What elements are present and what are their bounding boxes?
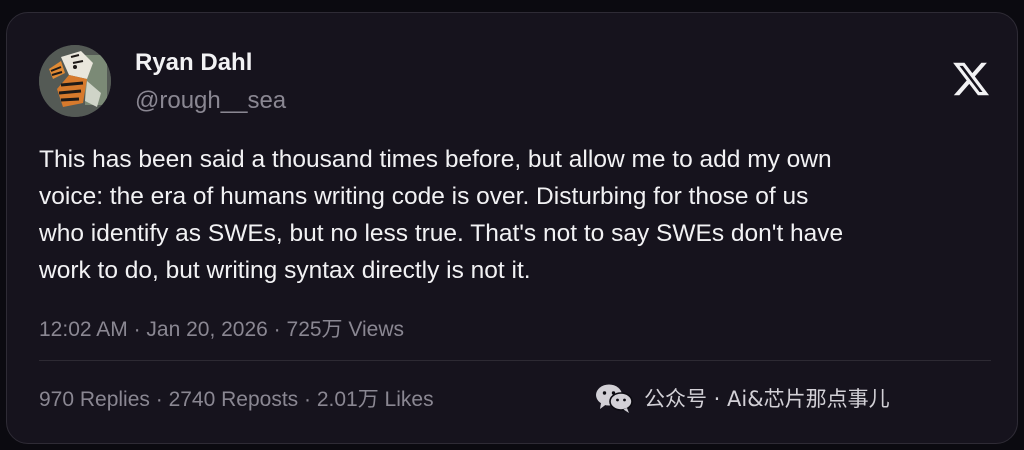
wechat-watermark: 公众号 · Ai&芯片那点事儿	[594, 380, 890, 416]
tweet-text-line: work to do, but writing syntax directly …	[39, 257, 531, 284]
x-logo-icon[interactable]	[951, 59, 991, 99]
tweet-meta: 12:02 AM · Jan 20, 2026 · 725万 Views	[39, 313, 404, 343]
divider	[39, 360, 991, 361]
stats-separator: ·	[149, 388, 169, 411]
tweet-text-line: This has been said a thousand times befo…	[39, 146, 832, 173]
tweet-text-line: voice: the era of humans writing code is…	[39, 183, 809, 210]
stats-separator: ·	[298, 388, 317, 411]
tweet-text: This has been said a thousand times befo…	[39, 141, 999, 289]
engagement-stats: 970 Replies · 2740 Reposts · 2.01万 Likes	[39, 383, 434, 413]
reposts-count[interactable]: 2740 Reposts	[169, 388, 299, 411]
tweet-text-line: who identify as SWEs, but no less true. …	[39, 220, 844, 247]
replies-count[interactable]: 970 Replies	[39, 388, 150, 411]
meta-separator: ·	[127, 318, 147, 341]
tweet-date[interactable]: Jan 20, 2026	[146, 318, 267, 341]
author-name[interactable]: Ryan Dahl	[135, 49, 252, 77]
author-handle[interactable]: @rough__sea	[135, 87, 286, 115]
tweet-time[interactable]: 12:02 AM	[39, 318, 128, 341]
likes-count[interactable]: 2.01万 Likes	[317, 388, 434, 411]
meta-separator: ·	[267, 318, 287, 341]
tweet-views: 725万 Views	[286, 318, 405, 341]
wechat-icon	[596, 384, 633, 413]
avatar-image	[39, 45, 111, 117]
watermark-text: 公众号 · Ai&芯片那点事儿	[644, 387, 890, 411]
avatar[interactable]	[39, 45, 111, 117]
